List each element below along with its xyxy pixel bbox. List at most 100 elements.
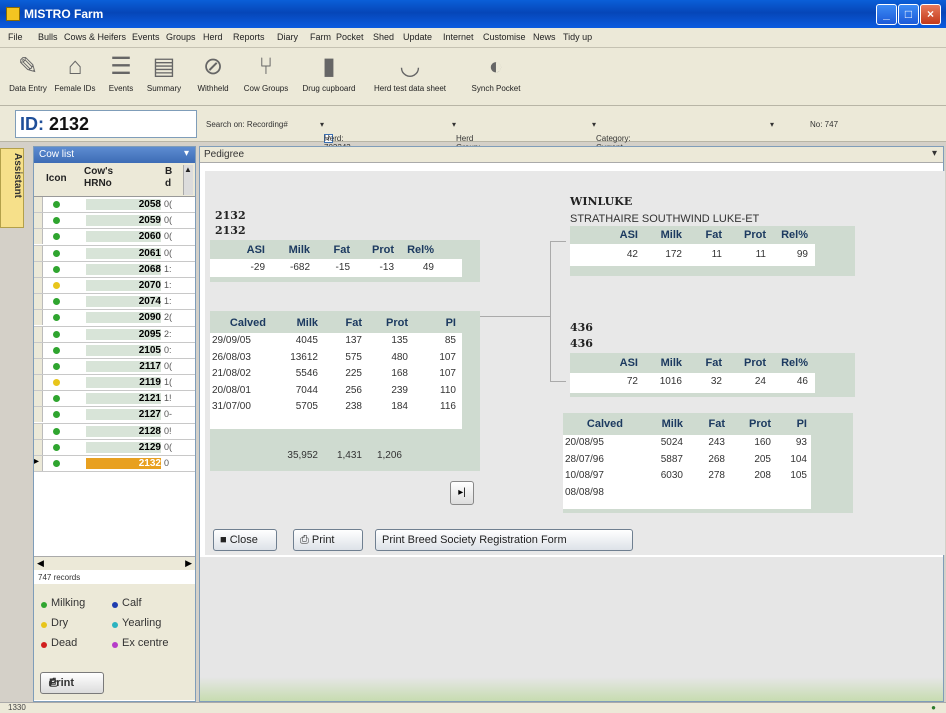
column-hrno[interactable]: Cow's HRNo (84, 166, 126, 190)
cow-groups-button[interactable]: ⑂ Cow Groups (238, 52, 294, 93)
id-input[interactable]: ID: 2132 (15, 110, 197, 138)
legend-print-button[interactable]: ⎙ Print (40, 672, 104, 694)
table-row[interactable]: 2119 1( (34, 375, 195, 392)
table-row[interactable]: 2129 0( (34, 439, 195, 456)
close-window-button[interactable]: × (920, 4, 941, 25)
menu-diary[interactable]: Diary (277, 32, 298, 42)
horizontal-scrollbar[interactable]: ◀ ▶ (34, 556, 195, 570)
menu-shed[interactable]: Shed (373, 32, 394, 42)
menu-herd[interactable]: Herd (203, 32, 223, 42)
row-selector[interactable] (34, 261, 43, 277)
menu-reports[interactable]: Reports (233, 32, 265, 42)
scroll-right-icon[interactable]: ▶ (185, 558, 192, 569)
menu-tidy-up[interactable]: Tidy up (563, 32, 592, 42)
row-selector[interactable] (34, 439, 43, 455)
table-row[interactable]: 2090 2( (34, 310, 195, 327)
row-selector[interactable] (34, 245, 43, 261)
category-dropdown-arrow[interactable]: ▾ (770, 120, 774, 129)
row-selector[interactable] (34, 277, 43, 293)
row-selector[interactable] (34, 229, 43, 245)
table-row[interactable]: 2061 0( (34, 245, 195, 262)
lactation-fat-cell: 225 (345, 368, 362, 379)
scroll-left-icon[interactable]: ◀ (37, 558, 44, 569)
minimize-button[interactable]: _ (876, 4, 897, 25)
row-selector[interactable] (34, 375, 43, 391)
table-row[interactable]: 2121 1! (34, 391, 195, 408)
data-entry-button[interactable]: ✎ Data Entry (8, 52, 48, 93)
menu-events[interactable]: Events (132, 32, 160, 42)
print-label: Print (311, 534, 335, 546)
lactation-table: Calved Milk Fat Prot PI 29/09/05 4045 137 1… (210, 311, 480, 471)
dam-prot: 24 (754, 376, 766, 387)
table-row[interactable]: 2058 0( (34, 197, 195, 214)
status-dot-icon (53, 233, 60, 241)
table-row[interactable]: 2068 1: (34, 261, 195, 278)
category-select[interactable]: ▾ Category: Current (592, 120, 631, 152)
row-selector[interactable] (34, 407, 43, 423)
herd-group-select[interactable]: ▾ Herd Group: Any (452, 120, 480, 161)
menu-update[interactable]: Update (403, 32, 432, 42)
udder-icon: ◡ (399, 53, 421, 80)
menu-customise[interactable]: Customise (483, 32, 526, 42)
table-row[interactable]: 2074 1: (34, 294, 195, 311)
menu-internet[interactable]: Internet (443, 32, 474, 42)
table-row[interactable]: 2127 0- (34, 407, 195, 424)
row-selector[interactable] (34, 213, 43, 229)
print-button[interactable]: ⎙ Print (293, 529, 363, 551)
animal-id: 2132 (215, 224, 246, 237)
table-row[interactable]: 2128 0! (34, 423, 195, 440)
pedigree-menu-icon[interactable]: ▾ (932, 148, 937, 159)
herd-test-button[interactable]: ◡ Herd test data sheet (365, 52, 455, 93)
row-selector[interactable] (34, 294, 43, 310)
row-selector[interactable] (34, 197, 43, 212)
herd-filter[interactable]: ▾ ✓ Herd: 703243 (320, 120, 351, 152)
table-row[interactable]: ▸ 2132 0 (34, 456, 195, 473)
pane-menu-icon[interactable]: ▾ (184, 148, 189, 159)
lactation-milk-cell: 7044 (295, 384, 318, 396)
row-selector[interactable] (34, 342, 43, 358)
row-selector[interactable] (34, 391, 43, 407)
lactation-fat-cell: 256 (345, 384, 362, 396)
close-form-icon: ■ (220, 534, 227, 546)
total-milk: 35,952 (287, 450, 318, 461)
legend-calf: Calf (122, 597, 142, 609)
pedigree-pane: Pedigree ▾ 2132 2132 ASI Milk Fat Prot Re… (199, 146, 945, 702)
row-selector[interactable]: ▸ (34, 456, 43, 471)
column-icon[interactable]: Icon (46, 173, 67, 184)
vertical-scrollbar[interactable]: ▲ (183, 165, 193, 195)
menu-cows-heifers[interactable]: Cows & Heifers (64, 32, 126, 42)
row-selector[interactable] (34, 326, 43, 342)
table-row[interactable]: 2070 1: (34, 277, 195, 295)
print-breed-society-button[interactable]: Print Breed Society Registration Form (375, 529, 633, 551)
table-row[interactable]: 2059 0( (34, 213, 195, 230)
id-value: 2132 (49, 114, 90, 134)
withheld-button[interactable]: ⊘ Withheld (190, 52, 236, 93)
menu-bulls[interactable]: Bulls (38, 32, 58, 42)
summary-button[interactable]: ▤ Summary (143, 52, 185, 93)
dam-lact-milk-header: Milk (661, 418, 683, 430)
row-selector[interactable] (34, 358, 43, 374)
female-ids-button[interactable]: ⌂ Female IDs (52, 52, 98, 93)
search-on-select[interactable]: Search on: Recording# (206, 120, 288, 129)
table-row[interactable]: 2095 2: (34, 326, 195, 343)
next-generation-button[interactable]: ▸| (450, 481, 474, 505)
table-row[interactable]: 2060 0( (34, 229, 195, 246)
menu-farm[interactable]: Farm (310, 32, 331, 42)
menu-news[interactable]: News (533, 32, 556, 42)
menu-file[interactable]: File (8, 32, 23, 42)
table-row[interactable]: 2105 0: (34, 342, 195, 359)
column-b[interactable]: B d (165, 166, 181, 190)
drug-cupboard-button[interactable]: ▮ Drug cupboard (296, 52, 362, 93)
row-selector[interactable] (34, 310, 43, 326)
menu-groups[interactable]: Groups (166, 32, 196, 42)
assistant-tab[interactable]: Assistant (0, 148, 24, 228)
lactation-calved-cell: 31/07/00 (212, 401, 251, 412)
table-row[interactable]: 2117 0( (34, 358, 195, 376)
close-button[interactable]: ■ Close (213, 529, 277, 551)
events-button[interactable]: ☰ Events (102, 52, 140, 93)
synch-pocket-button[interactable]: ◐ Synch Pocket (461, 52, 531, 93)
total-prot: 1,206 (376, 450, 402, 461)
menu-pocket[interactable]: Pocket (336, 32, 364, 42)
row-selector[interactable] (34, 423, 43, 439)
maximize-button[interactable]: □ (898, 4, 919, 25)
